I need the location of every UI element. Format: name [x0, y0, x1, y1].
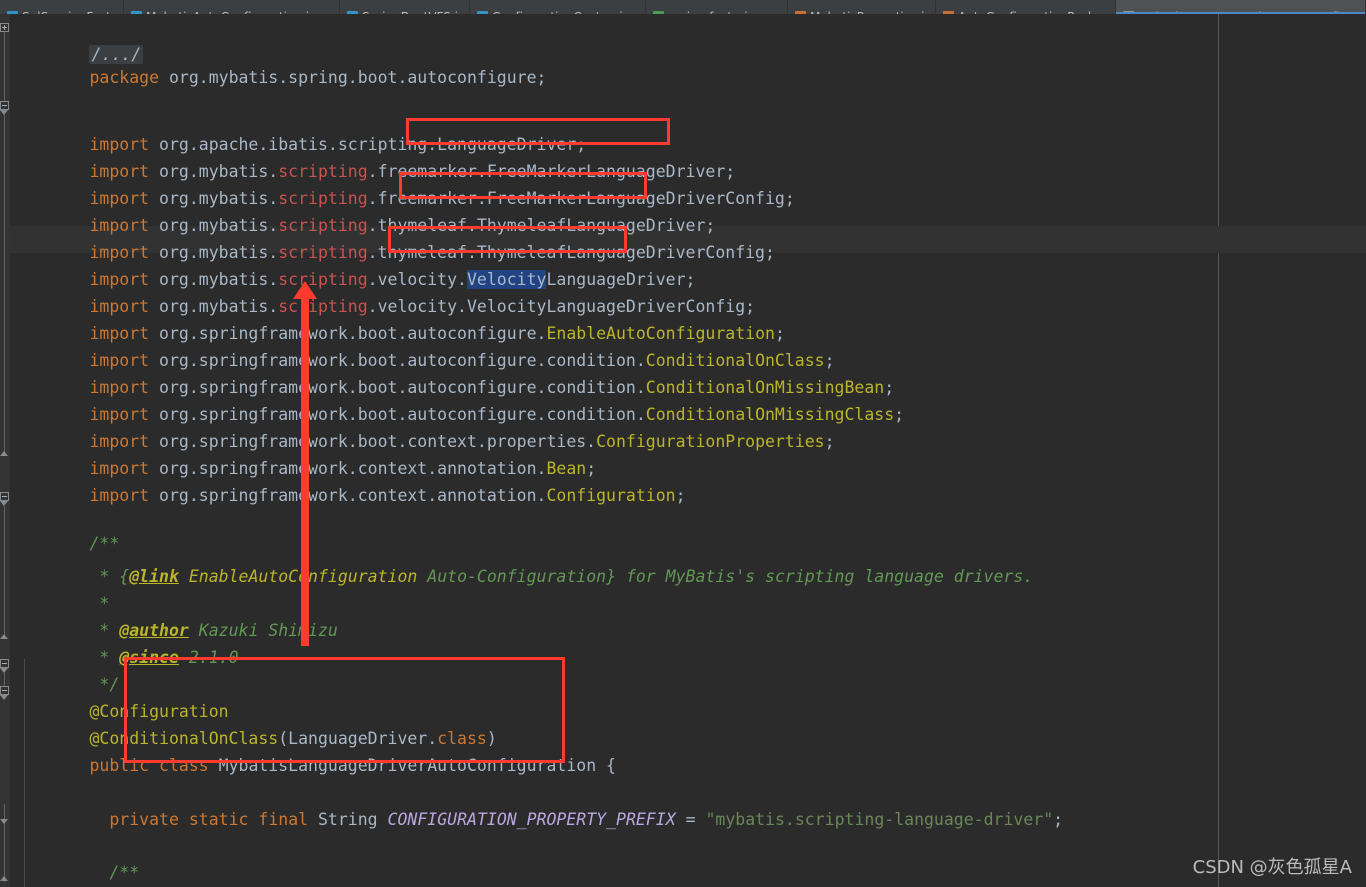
fold-region-line [4, 804, 5, 832]
code-line[interactable]: package org.mybatis.spring.boot.autoconf… [10, 37, 546, 87]
fold-region-start-arrow-icon [0, 819, 8, 824]
class-name-declaration: MybatisLanguageDriverAutoConfiguration { [208, 756, 616, 775]
code-line[interactable]: import org.mybatis.scripting.thymeleaf.T… [10, 212, 774, 262]
code-line-caret[interactable]: import org.mybatis.scripting.velocity.Ve… [10, 239, 695, 289]
editor-tab[interactable]: spring.factories [646, 0, 788, 14]
string-literal: "mybatis.scripting-language-driver" [705, 810, 1054, 829]
code-line[interactable]: import org.mybatis.scripting.freemarker.… [10, 131, 735, 181]
fold-region-end-arrow-icon [0, 634, 8, 639]
upward-red-arrow-head [293, 281, 317, 299]
fold-collapse-icon[interactable] [0, 492, 9, 501]
keyword-package: package [89, 68, 160, 87]
keyword-private: private [109, 810, 179, 829]
editor-tab[interactable]: AutoConfigurationPackages.java [936, 0, 1116, 14]
fold-region-line [4, 115, 5, 452]
editor-gutter[interactable] [0, 14, 10, 887]
code-line[interactable]: import org.springframework.boot.autoconf… [10, 293, 784, 343]
imported-type-name: Configuration [546, 486, 676, 505]
fold-region-line [4, 506, 5, 634]
code-line[interactable]: import org.mybatis.scripting.freemarker.… [10, 158, 794, 208]
code-line[interactable]: @Configuration [10, 671, 228, 721]
type-string: String [318, 810, 378, 829]
fold-collapse-icon[interactable] [0, 659, 9, 668]
code-line[interactable]: @ConditionalOnClass(LanguageDriver.class… [10, 698, 496, 748]
code-line[interactable]: * @author Kazuki Shimizu [10, 590, 337, 640]
code-line[interactable]: import org.apache.ibatis.scripting.Langu… [10, 104, 586, 154]
keyword-static: static [188, 810, 249, 829]
code-text-area[interactable]: /.../ package org.mybatis.spring.boot.au… [10, 14, 1366, 887]
editor-tab[interactable]: MybatisProperties.java [788, 0, 936, 14]
code-line[interactable]: private static final String CONFIGURATIO… [10, 779, 1063, 829]
code-line[interactable]: import org.mybatis.scripting.thymeleaf.T… [10, 185, 715, 235]
editor-tab-bar[interactable]: SqlSessionFactoryBean.java MybatisAutoCo… [0, 0, 1366, 15]
javadoc-since-value: 2.1.0 [178, 648, 239, 667]
right-margin-guide [1218, 14, 1219, 887]
imported-type-name: ConfigurationProperties [596, 432, 825, 451]
csdn-watermark: CSDN @灰色孤星A [1192, 857, 1352, 878]
code-line[interactable]: * @since 2.1.0 [10, 617, 238, 667]
code-line[interactable]: public class MybatisLanguageDriverAutoCo… [10, 725, 616, 775]
fold-collapse-icon[interactable] [0, 101, 9, 110]
javadoc-text [179, 567, 189, 586]
code-line[interactable]: import org.springframework.boot.context.… [10, 401, 834, 451]
editor-tab[interactable]: SpringBootVFS.java [340, 0, 470, 14]
fold-region-start-arrow-icon [0, 695, 8, 700]
code-line[interactable]: import org.springframework.boot.autoconf… [10, 320, 834, 370]
editor-tab[interactable]: ConfigurationCustomizer.java [470, 0, 646, 14]
upward-red-arrow-shaft [301, 297, 309, 646]
code-line[interactable]: /** [10, 503, 119, 553]
code-line[interactable]: * {@link EnableAutoConfiguration Auto-Co… [10, 536, 1033, 586]
ide-window: SqlSessionFactoryBean.java MybatisAutoCo… [0, 0, 1366, 887]
fold-collapse-icon[interactable] [0, 686, 9, 695]
import-path: org.springframework.context.annotation. [149, 486, 547, 505]
keyword-class: class [159, 756, 209, 775]
code-line[interactable]: */ [10, 644, 119, 694]
code-line[interactable]: * Configuration class for mybatis-freema… [10, 859, 715, 886]
javadoc-link-tag[interactable]: @link [129, 567, 179, 586]
code-editor[interactable]: /.../ package org.mybatis.spring.boot.au… [0, 14, 1366, 887]
editor-tab[interactable]: MybatisAutoConfiguration.java [124, 0, 340, 14]
code-line[interactable]: import org.springframework.boot.autoconf… [10, 374, 904, 424]
semicolon: ; [1053, 810, 1064, 829]
semicolon: ; [894, 405, 905, 424]
code-line[interactable]: import org.mybatis.scripting.velocity.Ve… [10, 266, 755, 316]
fold-region-line [4, 673, 5, 687]
editor-tab[interactable]: SqlSessionFactoryBean.java [0, 0, 124, 14]
fold-region-line [4, 832, 5, 882]
javadoc-text: Auto-Configuration} for MyBatis's script… [417, 567, 1034, 586]
assignment-operator: = [675, 810, 706, 829]
javadoc-since-tag[interactable]: @since [119, 648, 179, 667]
fold-region-end-arrow-icon [0, 451, 8, 456]
code-line[interactable]: import org.springframework.boot.autoconf… [10, 347, 894, 397]
semicolon: ; [824, 432, 835, 451]
package-name: org.mybatis.spring.boot.autoconfigure; [159, 68, 547, 87]
code-line[interactable]: * [10, 563, 109, 613]
semicolon: ; [675, 486, 686, 505]
fold-region-end-arrow-icon [0, 876, 8, 881]
editor-tab-active[interactable]: MybatisLanguageDriverAutoConfiguration.j… [1116, 0, 1366, 14]
code-line[interactable]: /** [10, 832, 139, 882]
fold-region-line [4, 32, 5, 102]
code-line[interactable]: import org.springframework.context.annot… [10, 455, 685, 505]
keyword-final: final [258, 810, 309, 829]
fold-expand-icon[interactable] [0, 23, 9, 32]
constant-name: CONFIGURATION_PROPERTY_PREFIX [387, 810, 676, 829]
keyword-public: public [89, 756, 150, 775]
